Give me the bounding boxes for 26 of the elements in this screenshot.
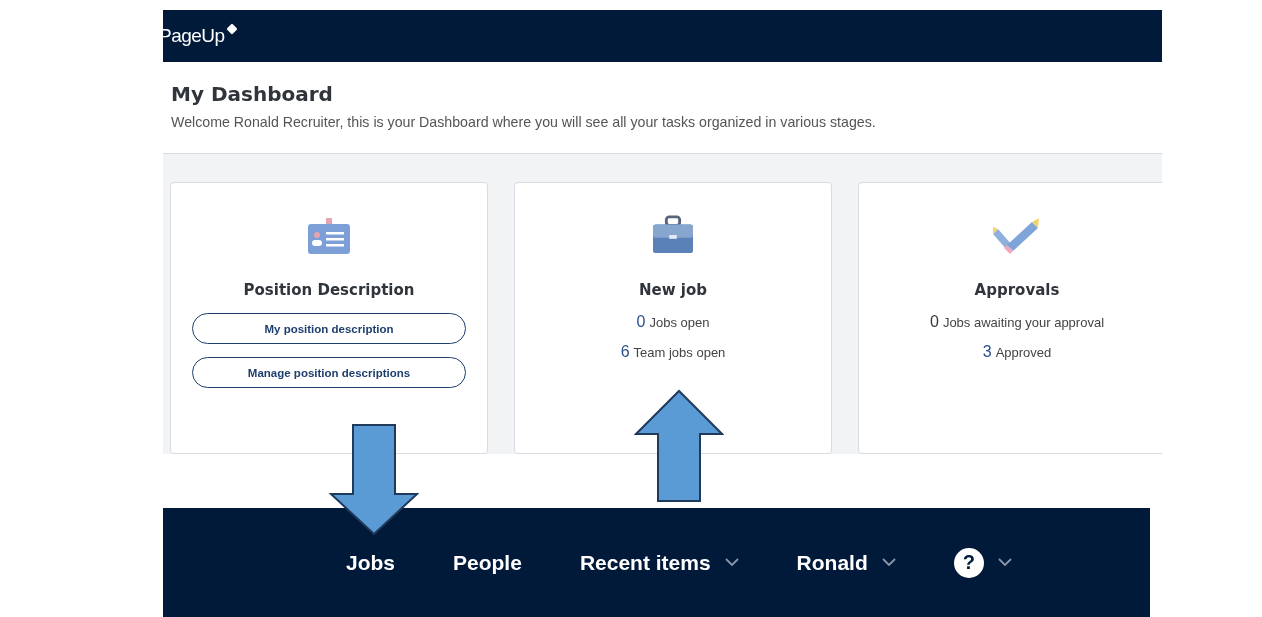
stat-count[interactable]: 3 <box>982 343 992 361</box>
nav-link[interactable]: Recent items <box>579 550 711 575</box>
outline-button[interactable]: My position description <box>192 313 466 344</box>
id-card-icon <box>306 215 352 255</box>
stat-count[interactable]: 0 <box>929 313 939 331</box>
card-title: Position Description <box>243 281 415 299</box>
nav-link[interactable]: People <box>453 550 522 575</box>
stat-label: Jobs awaiting your approval <box>942 315 1105 330</box>
stat-label: Approved <box>995 345 1052 360</box>
outline-button[interactable]: Manage position descriptions <box>192 357 466 388</box>
briefcase-icon <box>650 215 696 255</box>
stat-count[interactable]: 6 <box>620 343 630 361</box>
page-title: My Dashboard <box>171 81 334 107</box>
chevron-down-icon[interactable] <box>724 558 739 567</box>
help-icon[interactable]: ? <box>953 547 984 578</box>
pencil-check-icon <box>992 215 1042 255</box>
chevron-down-icon[interactable] <box>881 558 896 567</box>
stat-label: Jobs open <box>649 315 710 330</box>
stat-count[interactable]: 0 <box>636 313 646 331</box>
nav-link[interactable]: Jobs <box>346 550 395 575</box>
welcome-text: Welcome Ronald Recruiter, this is your Dashboard where you will see all your tasks organized in various stages. <box>171 114 877 130</box>
chevron-down-icon[interactable] <box>997 558 1012 567</box>
stat-label: Team jobs open <box>633 345 726 360</box>
card-title: New job <box>639 281 707 299</box>
nav-link[interactable]: Ronald <box>796 550 868 575</box>
card-title: Approvals <box>974 281 1060 299</box>
